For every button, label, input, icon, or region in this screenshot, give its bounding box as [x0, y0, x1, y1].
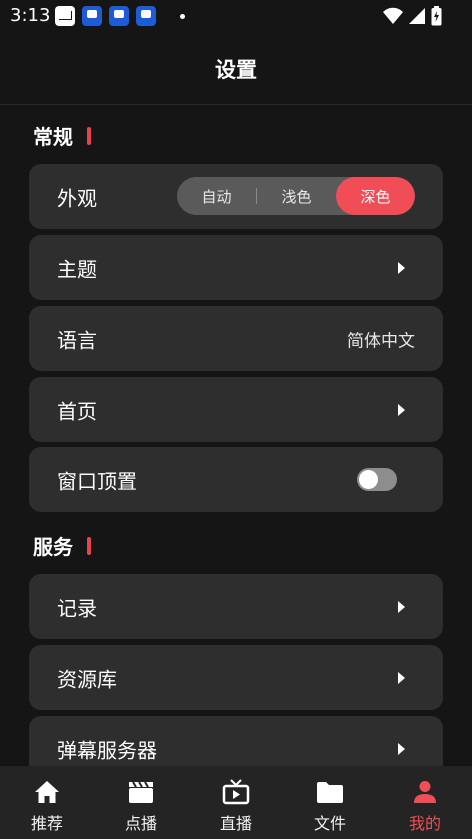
history-label: 记录 [57, 596, 97, 620]
signal-icon [409, 8, 425, 24]
tab-label: 文件 [313, 814, 346, 833]
pin-window-label: 窗口顶置 [57, 469, 137, 493]
home-row[interactable]: 首页 [29, 377, 443, 442]
section-accent-bar [87, 126, 91, 145]
user-icon [411, 778, 439, 806]
chevron-right-icon [398, 403, 405, 416]
header: 设置 [0, 32, 472, 105]
section-services-title: 服务 [33, 531, 91, 560]
app-notification-icon [82, 6, 102, 26]
section-label: 常规 [33, 125, 73, 149]
live-tv-icon [222, 778, 250, 806]
tab-recommend[interactable]: 推荐 [0, 766, 94, 839]
chevron-right-icon [398, 742, 405, 755]
home-icon [33, 778, 61, 806]
app-notification-icon [109, 6, 129, 26]
appearance-segmented-control[interactable]: 自动 浅色 深色 [177, 177, 415, 215]
library-row[interactable]: 资源库 [29, 645, 443, 710]
status-time: 3:13 [10, 5, 51, 26]
language-value: 简体中文 [347, 331, 415, 351]
chevron-right-icon [398, 671, 405, 684]
appearance-option-dark[interactable]: 深色 [336, 177, 415, 215]
language-label: 语言 [57, 328, 97, 352]
library-label: 资源库 [57, 667, 117, 691]
mail-notification-icon [55, 6, 75, 26]
folder-icon [316, 778, 344, 806]
chevron-right-icon [398, 261, 405, 274]
pin-window-row: 窗口顶置 [29, 447, 443, 512]
appearance-option-auto[interactable]: 自动 [177, 177, 256, 215]
bottom-tab-bar: 推荐 点播 直播 文件 我的 [0, 766, 472, 839]
danmaku-server-label: 弹幕服务器 [57, 738, 157, 762]
appearance-label: 外观 [57, 186, 97, 210]
wifi-icon [383, 7, 403, 24]
appearance-option-light[interactable]: 浅色 [257, 177, 336, 215]
tab-label: 点播 [124, 814, 157, 833]
home-label: 首页 [57, 399, 97, 423]
battery-icon [431, 6, 442, 26]
history-row[interactable]: 记录 [29, 574, 443, 639]
theme-row[interactable]: 主题 [29, 235, 443, 300]
tab-label: 推荐 [30, 814, 63, 833]
section-label: 服务 [33, 535, 73, 559]
toggle-knob [359, 470, 378, 489]
language-row[interactable]: 语言 简体中文 [29, 306, 443, 371]
app-notification-icon [136, 6, 156, 26]
appearance-row: 外观 自动 浅色 深色 [29, 164, 443, 229]
more-notifications-icon [180, 13, 185, 19]
tab-label: 直播 [219, 814, 252, 833]
section-general-title: 常规 [33, 121, 91, 150]
tab-label: 我的 [408, 814, 441, 833]
tab-vod[interactable]: 点播 [94, 766, 188, 839]
chevron-right-icon [398, 600, 405, 613]
theme-label: 主题 [57, 257, 97, 281]
page-title: 设置 [215, 58, 257, 82]
status-bar: 3:13 [0, 0, 472, 32]
tab-files[interactable]: 文件 [283, 766, 377, 839]
tab-mine[interactable]: 我的 [378, 766, 472, 839]
clapperboard-icon [127, 778, 155, 806]
tab-live[interactable]: 直播 [189, 766, 283, 839]
section-accent-bar [87, 536, 91, 555]
pin-window-toggle[interactable] [357, 468, 397, 491]
